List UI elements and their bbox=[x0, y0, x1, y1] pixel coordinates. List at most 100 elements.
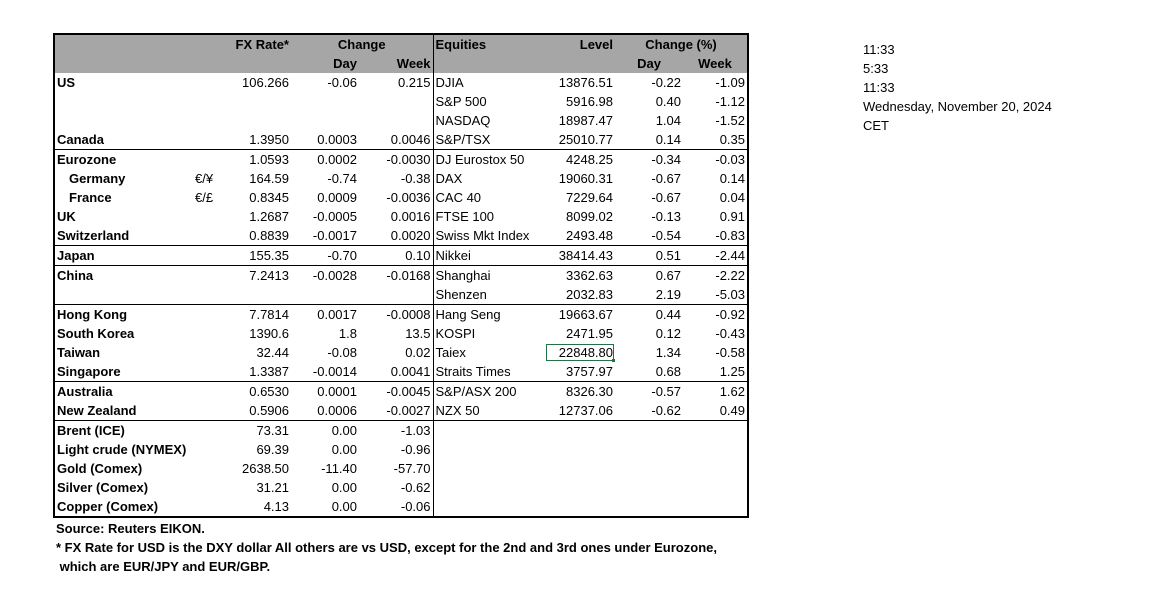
row-fx-change-week: 0.10 bbox=[359, 245, 434, 266]
row-fx-change-week: 0.215 bbox=[397, 74, 431, 90]
table-row: Gold (Comex) 2638.50 -11.40 -57.70 bbox=[54, 459, 748, 478]
row-fx-change-day bbox=[291, 111, 359, 130]
header-row-2: Day Week Day Week bbox=[54, 54, 749, 73]
fx-footnote-line2: which are EUR/JPY and EUR/GBP. bbox=[56, 559, 271, 574]
row-currency-pair bbox=[193, 92, 218, 111]
row-currency-pair bbox=[193, 73, 218, 92]
row-country: Singapore bbox=[57, 363, 121, 379]
row-equity-change-day: 0.44 bbox=[615, 304, 684, 324]
table-row: South Korea 1390.6 1.8 13.5 KOSPI 2471.95 0.12… bbox=[54, 324, 748, 343]
row-equity-change-week: -1.12 bbox=[715, 93, 746, 109]
row-equity-change-week: 0.14 bbox=[719, 170, 746, 186]
row-country: France bbox=[69, 189, 112, 205]
row-equity-change-day: -0.13 bbox=[651, 208, 682, 224]
row-fx-change-day bbox=[291, 92, 359, 111]
row-equity-index: Nikkei bbox=[432, 245, 546, 266]
row-currency-pair bbox=[193, 459, 218, 478]
header-eq-week: Week bbox=[683, 54, 749, 73]
row-fx-change-week: -0.0168 bbox=[359, 265, 434, 285]
row-currency-pair bbox=[193, 130, 218, 150]
row-fx-change-week: -0.06 bbox=[400, 498, 431, 514]
row-equity-level: 2471.95 bbox=[566, 325, 614, 341]
row-fx-change-week: 0.0016 bbox=[390, 208, 431, 224]
row-fx-change-day: -0.0014 bbox=[312, 363, 357, 379]
row-equity-change-day: 0.12 bbox=[655, 325, 682, 341]
row-equity-level: 12737.06 bbox=[558, 402, 614, 418]
row-fx-rate: 1.2687 bbox=[249, 208, 289, 224]
row-country: Light crude (NYMEX) bbox=[57, 441, 187, 457]
time-3: 11:33 bbox=[863, 80, 895, 95]
row-country: US bbox=[57, 74, 76, 90]
row-fx-change-week: -0.0030 bbox=[359, 149, 434, 169]
row-equity-change-week: -1.52 bbox=[715, 112, 746, 128]
fx-footnote-line1: * FX Rate for USD is the DXY dollar All … bbox=[56, 540, 717, 555]
row-equity-change-day: 0.68 bbox=[655, 363, 682, 379]
row-fx-rate: 1.3387 bbox=[249, 363, 289, 379]
row-equity-level: 38414.43 bbox=[545, 245, 616, 266]
row-equity-change-week: -0.43 bbox=[715, 325, 746, 341]
row-fx-rate: 0.5906 bbox=[249, 402, 289, 418]
row-currency-pair bbox=[193, 304, 218, 324]
table-row: Taiwan 32.44 -0.08 0.02 Taiex 22848.80 1.34 -0.… bbox=[54, 343, 748, 362]
row-fx-rate: 164.59 bbox=[249, 170, 289, 186]
row-fx-change-day: -0.0028 bbox=[291, 265, 359, 285]
header-change: Change bbox=[291, 34, 434, 54]
row-fx-change-day: -11.40 bbox=[321, 460, 357, 476]
row-fx-rate: 155.35 bbox=[218, 245, 291, 266]
row-fx-rate: 4.13 bbox=[263, 498, 289, 514]
row-equity-change-week: 0.91 bbox=[719, 208, 746, 224]
header-equities: Equities bbox=[432, 34, 546, 54]
row-fx-change-week: -0.96 bbox=[400, 441, 431, 457]
row-equity-change-week: -2.22 bbox=[683, 265, 749, 285]
row-equity-index: Swiss Mkt Index bbox=[432, 226, 546, 246]
table-row: Switzerland 0.8839 -0.0017 0.0020 Swiss Mkt … bbox=[54, 226, 748, 246]
row-equity-change-week: 0.49 bbox=[719, 402, 746, 418]
row-country: Copper (Comex) bbox=[57, 498, 159, 514]
timezone-label: CET bbox=[863, 118, 889, 133]
table-row: NASDAQ 18987.47 1.04 -1.52 bbox=[54, 111, 748, 130]
row-fx-change-week: -0.38 bbox=[400, 170, 431, 186]
table-row: Eurozone 1.0593 0.0002 -0.0030 DJ Eurostox 5… bbox=[54, 149, 749, 169]
row-equity-index: DAX bbox=[432, 169, 546, 188]
row-equity-index: FTSE 100 bbox=[432, 207, 546, 226]
row-equity-level: 5916.98 bbox=[566, 93, 614, 109]
row-equity-index: Hang Seng bbox=[432, 304, 546, 324]
row-equity-change-day: 0.14 bbox=[655, 131, 682, 147]
row-country: Hong Kong bbox=[54, 304, 193, 324]
row-currency-pair bbox=[193, 440, 218, 459]
row-currency-pair bbox=[193, 324, 218, 343]
row-currency-pair bbox=[193, 362, 218, 382]
table-row: Silver (Comex) 31.21 0.00 -0.62 bbox=[54, 478, 748, 497]
date-label: Wednesday, November 20, 2024 bbox=[863, 99, 1052, 114]
row-fx-change-day: -0.0005 bbox=[312, 208, 357, 224]
row-equity-change-week bbox=[683, 497, 748, 517]
row-currency-pair bbox=[193, 401, 218, 421]
row-country: Taiwan bbox=[57, 344, 101, 360]
row-currency-pair bbox=[193, 265, 218, 285]
row-fx-change-day: 0.00 bbox=[291, 420, 359, 440]
row-currency-pair bbox=[193, 343, 218, 362]
row-equity-change-week: -0.83 bbox=[715, 227, 746, 243]
row-fx-change-day: 0.00 bbox=[331, 498, 357, 514]
row-equity-index: Straits Times bbox=[432, 362, 546, 382]
row-country: Japan bbox=[54, 245, 193, 266]
row-currency-pair: €/¥ bbox=[195, 170, 214, 186]
row-fx-rate: 69.39 bbox=[256, 441, 289, 457]
table-row: Singapore 1.3387 -0.0014 0.0041 Straits Time… bbox=[54, 362, 748, 382]
row-fx-rate bbox=[218, 92, 291, 111]
row-fx-rate: 31.21 bbox=[256, 479, 289, 495]
row-currency-pair bbox=[193, 381, 218, 401]
source-note: Source: Reuters EIKON. bbox=[56, 521, 205, 536]
row-country: South Korea bbox=[57, 325, 135, 341]
row-fx-change-week: 0.0046 bbox=[390, 131, 431, 147]
row-equity-change-day: 0.40 bbox=[655, 93, 682, 109]
row-fx-change-day: 0.0003 bbox=[317, 131, 357, 147]
table-row: Japan 155.35 -0.70 0.10 Nikkei 38414.43 0.51 -2… bbox=[54, 245, 749, 266]
row-equity-change-week: 0.35 bbox=[719, 131, 746, 147]
header-row-1: FX Rate* Change Equities Level Change (%… bbox=[54, 34, 749, 54]
row-equity-change-week: -0.92 bbox=[683, 304, 749, 324]
row-fx-rate bbox=[218, 111, 291, 130]
row-equity-level: 3757.97 bbox=[566, 363, 614, 379]
table-row: Shenzen 2032.83 2.19 -5.03 bbox=[54, 285, 748, 305]
row-fx-change-day: 0.0006 bbox=[317, 402, 357, 418]
